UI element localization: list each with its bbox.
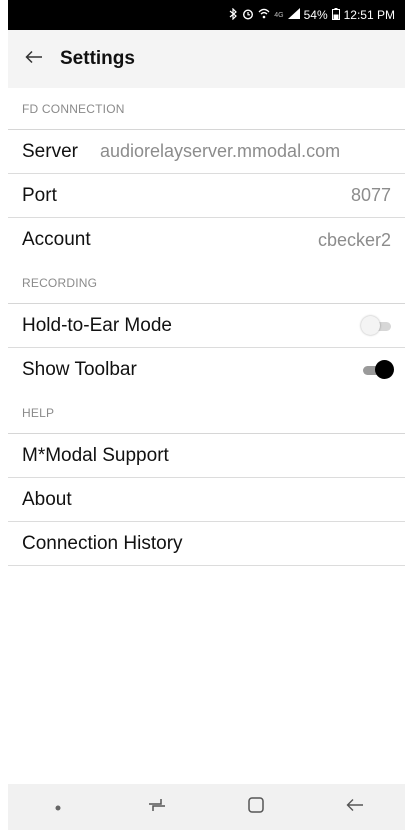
show-toolbar-toggle[interactable] [363,360,394,379]
app-bar: Settings [8,30,405,88]
home-icon [247,796,265,819]
about-row[interactable]: About [8,478,405,522]
bluetooth-icon [229,7,238,23]
account-setting-row[interactable]: Account cbecker2 [8,218,405,262]
hold-to-ear-label: Hold-to-Ear Mode [22,314,172,336]
status-time: 12:51 PM [343,8,395,22]
recent-apps-button[interactable] [137,787,177,827]
status-bar: 4G 54% 12:51 PM [8,0,405,30]
account-value: cbecker2 [317,229,391,250]
back-button[interactable] [8,30,60,88]
port-value: 8077 [350,185,391,205]
alarm-icon [242,8,254,23]
system-nav-bar [8,784,405,830]
mmodal-support-row[interactable]: M*Modal Support [8,434,405,478]
recent-apps-icon [147,797,167,818]
settings-list: FD CONNECTION Server audiorelayserver.mm… [8,88,405,566]
phone-frame: 4G 54% 12:51 PM Settings FD CONNECTION S… [8,0,405,830]
network-type-text: 4G [274,11,284,19]
section-header-help: HELP [8,392,405,434]
section-header-fd-connection: FD CONNECTION [8,88,405,130]
server-setting-row[interactable]: Server audiorelayserver.mmodal.com [8,130,405,174]
home-button[interactable] [236,787,276,827]
account-label: Account [22,229,91,250]
arrow-left-icon [25,50,43,69]
nav-dot-button[interactable] [38,787,78,827]
mmodal-support-label: M*Modal Support [22,444,169,466]
dot-icon [55,798,61,816]
battery-percent: 54% [303,8,328,22]
wifi-icon [258,8,270,22]
show-toolbar-row[interactable]: Show Toolbar [8,348,405,392]
back-icon [346,798,364,817]
hold-to-ear-toggle[interactable] [361,315,391,335]
connection-history-row[interactable]: Connection History [8,522,405,566]
page-title: Settings [60,48,135,69]
server-label: Server [22,140,78,162]
server-value: audiorelayserver.mmodal.com [99,141,341,161]
show-toolbar-label: Show Toolbar [22,359,137,380]
port-setting-row[interactable]: Port 8077 [8,174,405,218]
about-label: About [22,488,72,510]
toggle-thumb [375,360,394,379]
hold-to-ear-row[interactable]: Hold-to-Ear Mode [8,304,405,348]
port-label: Port [22,184,57,206]
connection-history-label: Connection History [22,532,183,554]
toggle-thumb [361,315,380,335]
nav-back-button[interactable] [335,787,375,827]
signal-icon [287,8,300,22]
battery-icon [331,7,340,23]
section-header-recording: RECORDING [8,262,405,304]
